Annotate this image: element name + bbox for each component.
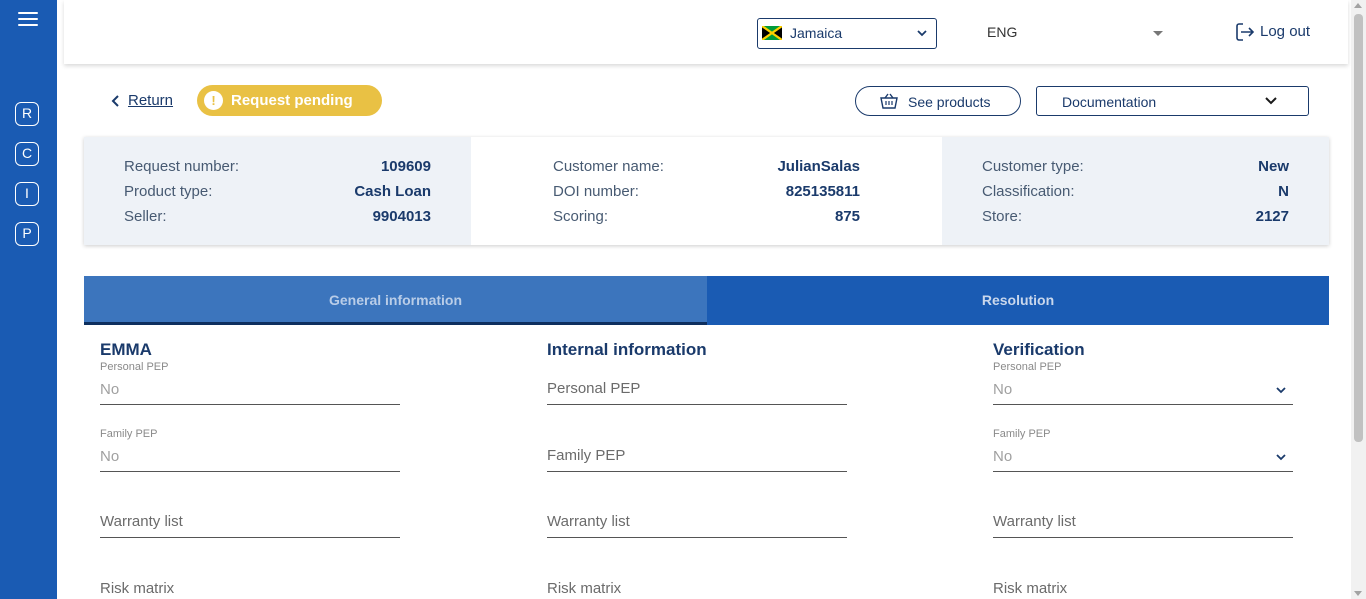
summary-value: 9904013 — [372, 208, 431, 225]
field-placeholder: Family PEP — [547, 447, 626, 464]
documentation-select[interactable]: Documentation — [1036, 86, 1309, 116]
tab-bar: General information Resolution — [84, 276, 1329, 325]
field-value: No — [100, 381, 120, 398]
logout-icon — [1236, 23, 1255, 41]
emma-risk-matrix-field: Risk matrix — [100, 565, 400, 599]
summary-label: Store: — [982, 208, 1023, 225]
scroll-thumb[interactable] — [1354, 14, 1363, 442]
summary-label: DOI number: — [553, 183, 639, 200]
summary-row: Request number: 109609 — [124, 158, 431, 178]
summary-value: 875 — [834, 208, 860, 225]
summary-row: Customer type: New — [982, 158, 1289, 178]
section-title-verification: Verification — [993, 340, 1085, 359]
summary-label: Product type: — [124, 183, 213, 200]
status-label: Request pending — [231, 92, 353, 109]
verification-warranty-list-input[interactable]: Warranty list — [993, 498, 1293, 538]
jamaica-flag-icon — [762, 26, 782, 40]
emma-personal-pep-field: Personal PEP No — [100, 361, 400, 405]
summary-row: Customer name: JulianSalas — [553, 158, 860, 178]
country-select[interactable]: Jamaica — [757, 18, 937, 49]
warning-icon: ! — [204, 91, 223, 110]
chevron-down-icon — [1276, 387, 1286, 394]
emma-warranty-list-field: Warranty list — [100, 498, 400, 538]
sidebar-item-r[interactable]: R — [15, 102, 39, 126]
top-header: Jamaica ENG Log out — [64, 0, 1348, 64]
field-placeholder: Warranty list — [993, 513, 1076, 530]
summary-row: Classification: N — [982, 183, 1289, 203]
summary-column-request: Request number: 109609 Product type: Cash … — [84, 137, 471, 245]
chevron-down-icon — [1276, 454, 1286, 461]
summary-label: Request number: — [124, 158, 240, 175]
sidebar-item-i[interactable]: I — [15, 182, 39, 206]
status-badge: ! Request pending — [197, 85, 382, 116]
sidebar-item-c[interactable]: C — [15, 142, 39, 166]
vertical-scrollbar[interactable] — [1351, 0, 1366, 599]
chevron-left-icon — [111, 95, 119, 107]
field-placeholder: Warranty list — [547, 513, 630, 530]
summary-value: 2127 — [1255, 208, 1289, 225]
verification-personal-pep-select[interactable]: Personal PEP No — [993, 361, 1293, 405]
return-label: Return — [128, 92, 174, 109]
internal-personal-pep-input[interactable]: Personal PEP — [547, 365, 847, 405]
summary-value: N — [1278, 183, 1289, 200]
tab-general-information[interactable]: General information — [84, 276, 707, 325]
section-title-emma: EMMA — [100, 340, 152, 359]
summary-row: Product type: Cash Loan — [124, 183, 431, 203]
sidebar: R C I P — [0, 0, 57, 599]
field-label: Personal PEP — [993, 361, 1062, 373]
scroll-down-icon[interactable] — [1354, 591, 1362, 596]
country-label: Jamaica — [790, 25, 843, 41]
field-placeholder: Risk matrix — [993, 580, 1068, 597]
basket-icon — [880, 93, 898, 109]
summary-row: Store: 2127 — [982, 208, 1289, 228]
see-products-label: See products — [908, 94, 991, 110]
field-placeholder: Risk matrix — [547, 580, 622, 597]
logout-label: Log out — [1260, 23, 1311, 40]
summary-column-classification: Customer type: New Classification: N Store… — [942, 137, 1329, 245]
internal-warranty-list-input[interactable]: Warranty list — [547, 498, 847, 538]
summary-row: DOI number: 825135811 — [553, 183, 860, 203]
summary-value: Cash Loan — [354, 183, 431, 200]
summary-label: Classification: — [982, 183, 1075, 200]
field-label: Personal PEP — [100, 361, 169, 373]
see-products-button[interactable]: See products — [855, 86, 1021, 116]
summary-label: Seller: — [124, 208, 167, 225]
field-placeholder: Personal PEP — [547, 380, 641, 397]
scroll-up-icon[interactable] — [1354, 3, 1362, 8]
chevron-down-icon — [917, 30, 927, 37]
sidebar-item-p[interactable]: P — [15, 222, 39, 246]
summary-value: New — [1258, 158, 1289, 175]
verification-family-pep-select[interactable]: Family PEP No — [993, 428, 1293, 472]
summary-value: 109609 — [380, 158, 431, 175]
menu-icon[interactable] — [18, 12, 38, 28]
field-value: No — [100, 448, 120, 465]
summary-row: Seller: 9904013 — [124, 208, 431, 228]
summary-label: Scoring: — [553, 208, 609, 225]
summary-row: Scoring: 875 — [553, 208, 860, 228]
field-value: No — [993, 448, 1013, 465]
internal-family-pep-input[interactable]: Family PEP — [547, 432, 847, 472]
language-label: ENG — [987, 24, 1018, 40]
summary-column-customer: Customer name: JulianSalas DOI number: 825… — [471, 137, 942, 245]
request-summary-card: Request number: 109609 Product type: Cash … — [84, 137, 1329, 245]
field-label: Family PEP — [100, 428, 158, 440]
emma-family-pep-field: Family PEP No — [100, 428, 400, 472]
documentation-label: Documentation — [1062, 94, 1157, 110]
section-title-internal-information: Internal information — [547, 340, 707, 359]
caret-down-icon — [1153, 31, 1163, 36]
field-label: Family PEP — [993, 428, 1051, 440]
summary-label: Customer name: — [553, 158, 664, 175]
field-value: No — [993, 381, 1013, 398]
field-placeholder: Risk matrix — [100, 580, 175, 597]
chevron-down-icon — [1265, 97, 1277, 105]
field-placeholder: Warranty list — [100, 513, 183, 530]
verification-risk-matrix-input[interactable]: Risk matrix — [993, 565, 1293, 599]
summary-value: JulianSalas — [777, 158, 860, 175]
summary-label: Customer type: — [982, 158, 1084, 175]
tab-resolution[interactable]: Resolution — [707, 276, 1329, 325]
internal-risk-matrix-input[interactable]: Risk matrix — [547, 565, 847, 599]
summary-value: 825135811 — [785, 183, 860, 200]
language-select[interactable]: ENG — [987, 22, 1169, 44]
